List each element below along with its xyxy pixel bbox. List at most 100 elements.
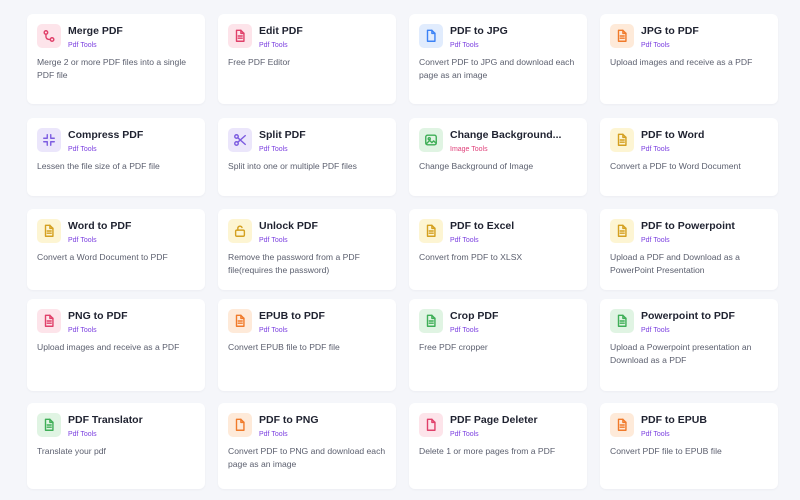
tool-description: Upload a PDF and Download as a PowerPoin… bbox=[610, 252, 740, 276]
file-text-icon bbox=[610, 413, 634, 437]
tool-description: Convert PDF file to EPUB file bbox=[610, 446, 722, 456]
tool-description: Convert from PDF to XLSX bbox=[419, 252, 523, 262]
tool-category: Pdf Tools bbox=[68, 327, 97, 334]
tool-card-split-pdf[interactable]: Split PDF Pdf Tools Split into one or mu… bbox=[218, 118, 396, 196]
tool-title: Change Background... bbox=[450, 129, 562, 141]
tool-description: Upload a Powerpoint presentation an Down… bbox=[610, 342, 752, 366]
tool-description: Convert EPUB file to PDF file bbox=[228, 342, 340, 352]
tool-title: Powerpoint to PDF bbox=[641, 310, 735, 322]
tool-card-pdf-to-word[interactable]: PDF to Word Pdf Tools Convert a PDF to W… bbox=[600, 118, 778, 196]
tool-card-unlock-pdf[interactable]: Unlock PDF Pdf Tools Remove the password… bbox=[218, 209, 396, 290]
tool-description: Upload images and receive as a PDF bbox=[37, 342, 180, 352]
file-text-icon bbox=[610, 24, 634, 48]
tool-card-pdf-translator[interactable]: PDF Translator Pdf Tools Translate your … bbox=[27, 403, 205, 489]
file-icon bbox=[419, 413, 443, 437]
tool-category: Pdf Tools bbox=[68, 431, 97, 438]
tool-category: Pdf Tools bbox=[259, 237, 288, 244]
tool-category: Pdf Tools bbox=[68, 42, 97, 49]
tool-description: Upload images and receive as a PDF bbox=[610, 57, 753, 67]
file-text-icon bbox=[610, 219, 634, 243]
tool-title: PDF to JPG bbox=[450, 25, 508, 37]
file-text-icon bbox=[37, 219, 61, 243]
file-text-icon bbox=[228, 309, 252, 333]
tool-title: Word to PDF bbox=[68, 220, 132, 232]
tool-description: Translate your pdf bbox=[37, 446, 106, 456]
tool-title: PDF to PNG bbox=[259, 414, 319, 426]
tool-category: Pdf Tools bbox=[450, 431, 479, 438]
merge-icon bbox=[37, 24, 61, 48]
tool-title: JPG to PDF bbox=[641, 25, 699, 37]
file-text-icon bbox=[37, 413, 61, 437]
tool-title: PNG to PDF bbox=[68, 310, 128, 322]
tool-description: Lessen the file size of a PDF file bbox=[37, 161, 160, 171]
unlock-icon bbox=[228, 219, 252, 243]
tool-card-epub-to-pdf[interactable]: EPUB to PDF Pdf Tools Convert EPUB file … bbox=[218, 299, 396, 391]
tool-category: Pdf Tools bbox=[450, 42, 479, 49]
tool-title: PDF to Word bbox=[641, 129, 705, 141]
tool-card-crop-pdf[interactable]: Crop PDF Pdf Tools Free PDF cropper bbox=[409, 299, 587, 391]
tool-description: Convert PDF to PNG and download each pag… bbox=[228, 446, 386, 470]
tool-title: PDF to Excel bbox=[450, 220, 515, 232]
tool-category: Pdf Tools bbox=[641, 42, 670, 49]
file-icon bbox=[228, 413, 252, 437]
tool-category: Pdf Tools bbox=[641, 327, 670, 334]
tool-description: Convert a PDF to Word Document bbox=[610, 161, 741, 171]
tool-title: Compress PDF bbox=[68, 129, 144, 141]
tool-title: EPUB to PDF bbox=[259, 310, 325, 322]
tool-title: PDF to EPUB bbox=[641, 414, 707, 426]
tool-title: Edit PDF bbox=[259, 25, 303, 37]
tool-card-png-to-pdf[interactable]: PNG to PDF Pdf Tools Upload images and r… bbox=[27, 299, 205, 391]
tool-category: Pdf Tools bbox=[68, 237, 97, 244]
file-text-icon bbox=[419, 219, 443, 243]
compress-icon bbox=[37, 128, 61, 152]
tool-description: Merge 2 or more PDF files into a single … bbox=[37, 57, 187, 81]
tool-category: Pdf Tools bbox=[641, 431, 670, 438]
file-text-icon bbox=[610, 309, 634, 333]
tool-title: PDF to Powerpoint bbox=[641, 220, 735, 232]
scissors-icon bbox=[228, 128, 252, 152]
file-icon bbox=[419, 24, 443, 48]
tool-description: Delete 1 or more pages from a PDF bbox=[419, 446, 556, 456]
tool-card-jpg-to-pdf[interactable]: JPG to PDF Pdf Tools Upload images and r… bbox=[600, 14, 778, 104]
tool-card-pdf-to-powerpoint[interactable]: PDF to Powerpoint Pdf Tools Upload a PDF… bbox=[600, 209, 778, 290]
tool-card-compress-pdf[interactable]: Compress PDF Pdf Tools Lessen the file s… bbox=[27, 118, 205, 196]
tool-title: Merge PDF bbox=[68, 25, 123, 37]
tool-title: PDF Page Deleter bbox=[450, 414, 538, 426]
tool-category: Pdf Tools bbox=[68, 146, 97, 153]
tool-card-edit-pdf[interactable]: Edit PDF Pdf Tools Free PDF Editor bbox=[218, 14, 396, 104]
tool-category: Pdf Tools bbox=[259, 146, 288, 153]
tool-title: Crop PDF bbox=[450, 310, 499, 322]
tool-card-powerpoint-to-pdf[interactable]: Powerpoint to PDF Pdf Tools Upload a Pow… bbox=[600, 299, 778, 391]
tool-category: Pdf Tools bbox=[259, 431, 288, 438]
tool-card-pdf-to-excel[interactable]: PDF to Excel Pdf Tools Convert from PDF … bbox=[409, 209, 587, 290]
tool-description: Convert a Word Document to PDF bbox=[37, 252, 168, 262]
tool-card-word-to-pdf[interactable]: Word to PDF Pdf Tools Convert a Word Doc… bbox=[27, 209, 205, 290]
file-text-icon bbox=[419, 309, 443, 333]
tool-description: Remove the password from a PDF file(requ… bbox=[228, 252, 360, 276]
tool-description: Change Background of Image bbox=[419, 161, 534, 171]
tool-description: Free PDF Editor bbox=[228, 57, 291, 67]
tool-category: Image Tools bbox=[450, 146, 488, 153]
tool-category: Pdf Tools bbox=[259, 327, 288, 334]
tool-title: Split PDF bbox=[259, 129, 306, 141]
image-icon bbox=[419, 128, 443, 152]
tool-category: Pdf Tools bbox=[259, 42, 288, 49]
tool-description: Free PDF cropper bbox=[419, 342, 488, 352]
tool-description: Split into one or multiple PDF files bbox=[228, 161, 357, 171]
tool-card-merge-pdf[interactable]: Merge PDF Pdf Tools Merge 2 or more PDF … bbox=[27, 14, 205, 104]
tool-card-pdf-to-png[interactable]: PDF to PNG Pdf Tools Convert PDF to PNG … bbox=[218, 403, 396, 489]
tool-card-pdf-page-deleter[interactable]: PDF Page Deleter Pdf Tools Delete 1 or m… bbox=[409, 403, 587, 489]
tool-card-pdf-to-epub[interactable]: PDF to EPUB Pdf Tools Convert PDF file t… bbox=[600, 403, 778, 489]
tool-card-pdf-to-jpg[interactable]: PDF to JPG Pdf Tools Convert PDF to JPG … bbox=[409, 14, 587, 104]
tool-card-change-background[interactable]: Change Background... Image Tools Change … bbox=[409, 118, 587, 196]
tool-category: Pdf Tools bbox=[641, 146, 670, 153]
tool-category: Pdf Tools bbox=[641, 237, 670, 244]
tool-title: Unlock PDF bbox=[259, 220, 318, 232]
file-text-icon bbox=[37, 309, 61, 333]
tool-category: Pdf Tools bbox=[450, 327, 479, 334]
tool-category: Pdf Tools bbox=[450, 237, 479, 244]
tool-description: Convert PDF to JPG and download each pag… bbox=[419, 57, 575, 81]
file-text-icon bbox=[610, 128, 634, 152]
file-text-icon bbox=[228, 24, 252, 48]
tool-title: PDF Translator bbox=[68, 414, 143, 426]
